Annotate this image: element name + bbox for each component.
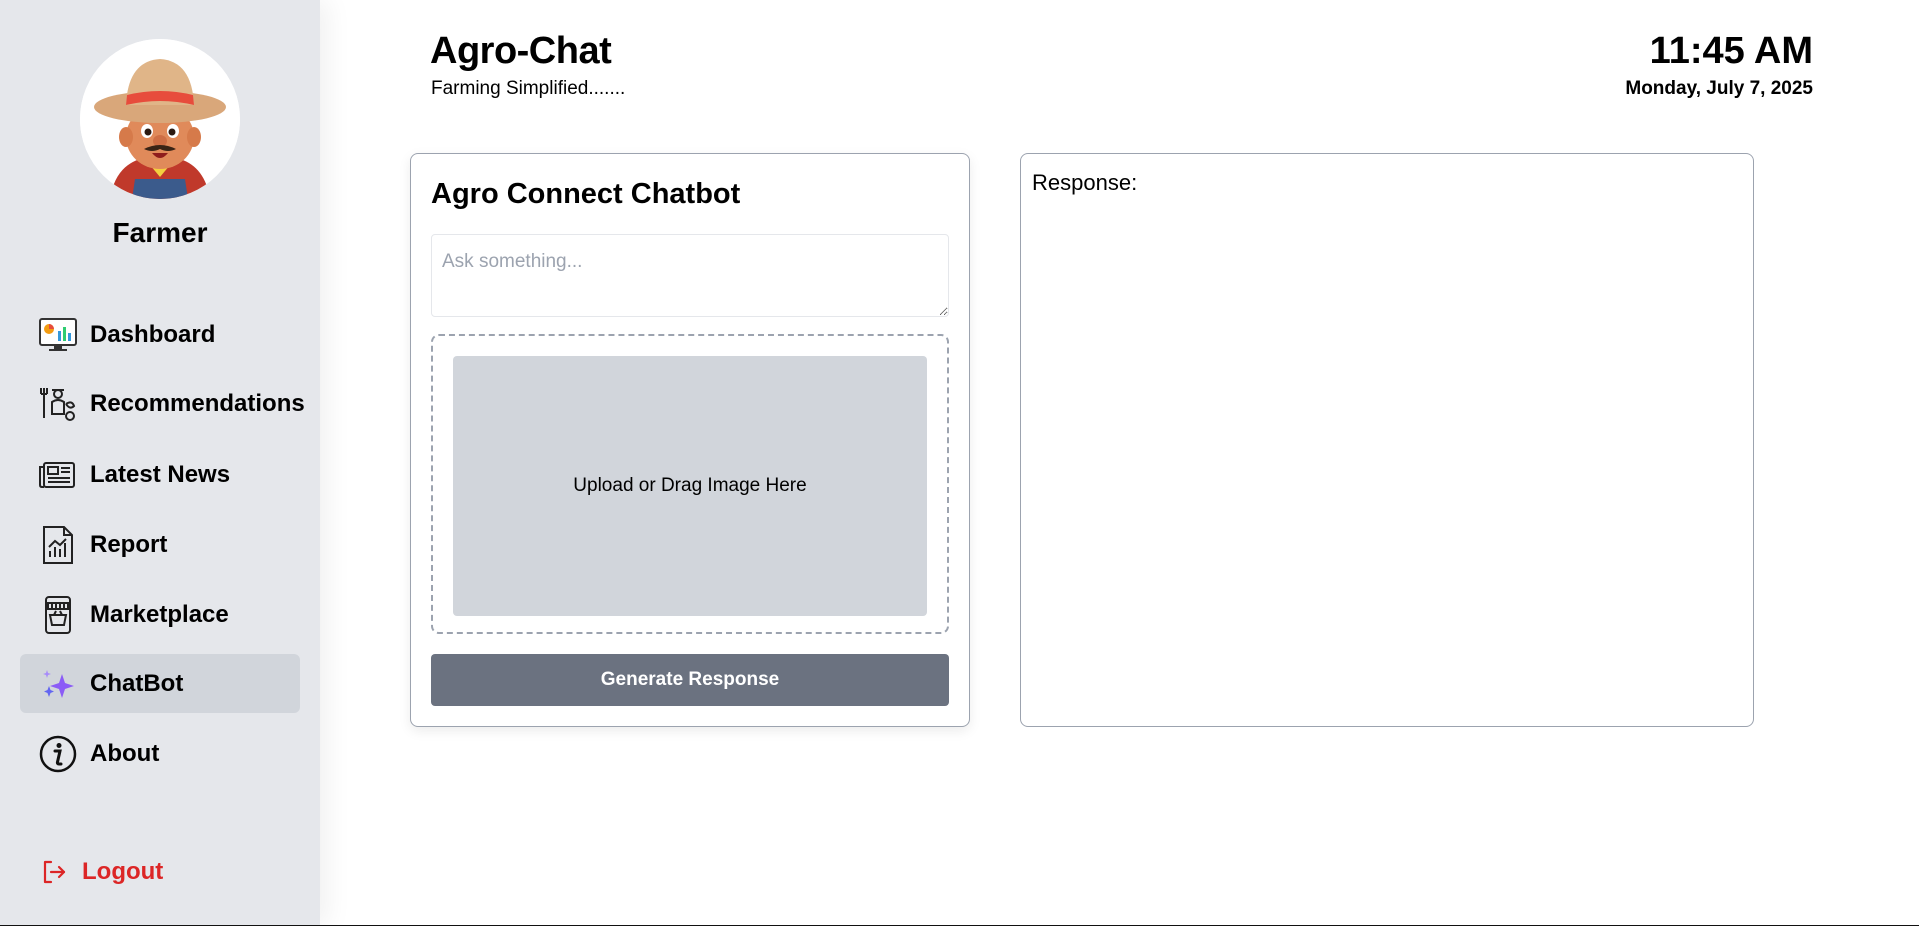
sidebar-item-label: Recommendations (90, 389, 305, 417)
marketplace-store-icon (38, 595, 78, 635)
sidebar-item-chatbot[interactable]: ChatBot (20, 654, 300, 713)
chatbot-panel: Agro Connect Chatbot Upload or Drag Imag… (410, 153, 970, 727)
page-title: Agro-Chat (430, 30, 612, 72)
sidebar-item-dashboard[interactable]: Dashboard (20, 305, 300, 364)
dashboard-monitor-icon (38, 315, 78, 355)
sidebar-item-label: Report (90, 530, 168, 558)
upload-area[interactable]: Upload or Drag Image Here (453, 356, 927, 616)
logout-label: Logout (82, 858, 164, 885)
page-subtitle: Farming Simplified....... (431, 78, 626, 99)
image-drop-zone[interactable]: Upload or Drag Image Here (431, 334, 949, 634)
sidebar-item-label: Dashboard (90, 320, 216, 348)
logout-button[interactable]: Logout (40, 858, 163, 886)
clock-time: 11:45 AM (1649, 30, 1813, 72)
response-panel: Response: (1020, 153, 1754, 727)
sidebar-item-marketplace[interactable]: Marketplace (20, 585, 300, 644)
logout-icon (40, 858, 68, 886)
app-root: Farmer Dashboard Recommendations Latest … (0, 0, 1919, 926)
farmer-avatar (80, 39, 240, 199)
sparkles-icon (38, 664, 78, 704)
sidebar-item-recommendations[interactable]: Recommendations (20, 374, 305, 433)
report-chart-icon (38, 525, 78, 565)
response-label: Response: (1032, 170, 1138, 195)
sidebar-item-latest-news[interactable]: Latest News (20, 445, 300, 504)
sidebar-item-label: Marketplace (90, 600, 229, 628)
sidebar: Farmer Dashboard Recommendations Latest … (0, 0, 320, 926)
ask-input[interactable] (431, 234, 949, 317)
sidebar-item-label: ChatBot (90, 669, 184, 697)
chatbot-heading: Agro Connect Chatbot (431, 178, 741, 210)
profile-name: Farmer (112, 217, 208, 248)
info-icon (38, 734, 78, 774)
sidebar-item-label: Latest News (90, 460, 231, 488)
sidebar-item-label: About (90, 739, 160, 767)
clock-date: Monday, July 7, 2025 (1625, 78, 1813, 99)
sidebar-item-about[interactable]: About (20, 724, 300, 783)
sidebar-item-report[interactable]: Report (20, 515, 300, 574)
generate-response-button[interactable]: Generate Response (431, 654, 949, 706)
farmer-recommendations-icon (38, 384, 78, 424)
upload-label: Upload or Drag Image Here (573, 475, 807, 496)
newspaper-icon (38, 455, 78, 495)
